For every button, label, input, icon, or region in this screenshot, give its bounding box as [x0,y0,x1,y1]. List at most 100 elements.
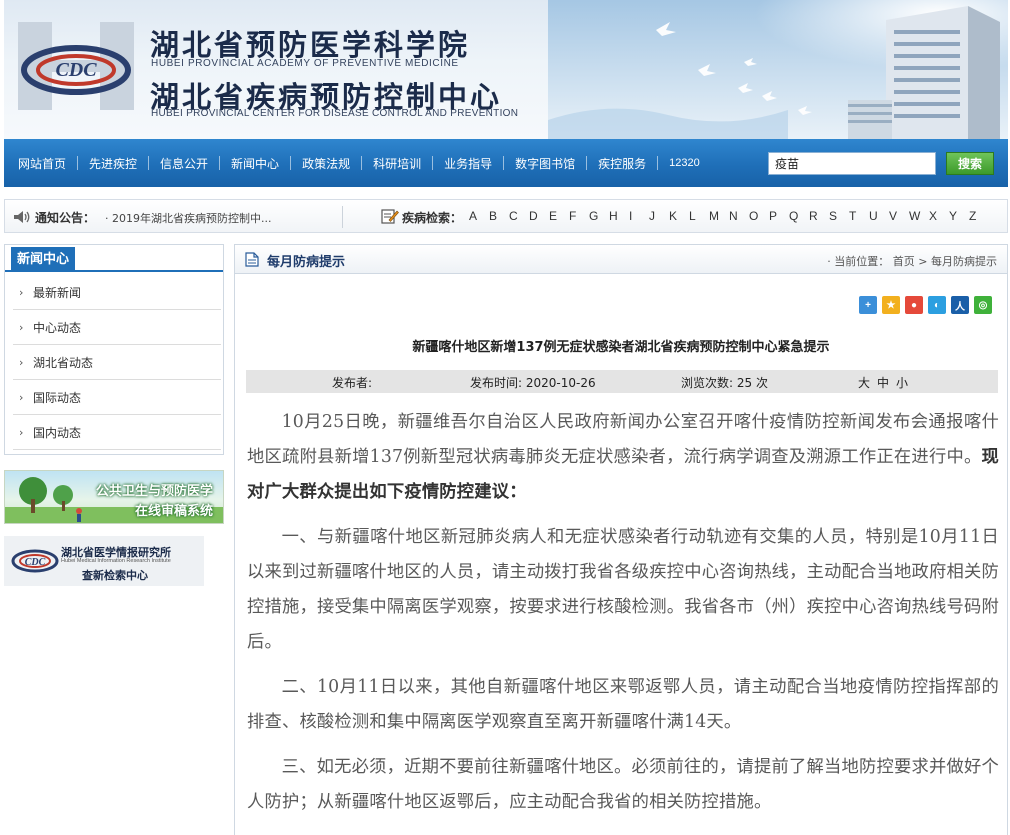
article-panel: 每月防病提示 · 当前位置： 首页 > 每月防病提示 + ★ ● ◐ 人 ◎ 新… [234,244,1008,835]
publish-date: 发布时间: 2020-10-26 [470,376,596,390]
letter-link[interactable]: S [829,209,849,223]
letter-link[interactable]: X [929,209,949,223]
chevron-right-icon: › [19,390,24,404]
font-size-medium-button[interactable]: 中 [877,374,889,391]
article-paragraph: 一、与新疆喀什地区新冠肺炎病人和无症状感染者行动轨迹有交集的人员，特别是10月1… [247,527,999,652]
letter-link[interactable]: J [649,209,669,223]
panel-header: 每月防病提示 · 当前位置： 首页 > 每月防病提示 [235,245,1007,274]
font-size-small-button[interactable]: 小 [896,374,908,391]
sidebar-item-center-news[interactable]: › 中心动态 [13,310,221,345]
letter-link[interactable]: E [549,209,569,223]
nav-guidance[interactable]: 业务指导 [444,155,492,172]
letter-link[interactable]: I [629,209,649,223]
chevron-right-icon: › [19,285,24,299]
share-toolbar: + ★ ● ◐ 人 ◎ [859,296,992,314]
institute-name-en: Hubei Medical Information Research Insti… [61,558,171,564]
article-meta: 发布者: 发布时间: 2020-10-26 浏览次数: 25 次 大 中 小 [246,370,998,393]
sidebar-item-label: 湖北省动态 [33,355,94,370]
sidebar-item-domestic-news[interactable]: › 国内动态 [13,415,221,450]
sidebar-header: 新闻中心 [5,245,223,272]
sidebar-news-center: 新闻中心 › 最新新闻 › 中心动态 › 湖北省动态 › 国际动态 › 国内动态 [4,244,224,455]
sidebar-item-latest-news[interactable]: › 最新新闻 [13,275,221,310]
search-button[interactable]: 搜索 [946,152,994,175]
nav-digital-library[interactable]: 数字图书馆 [515,155,575,172]
letter-link[interactable]: Z [969,209,989,223]
letter-link[interactable]: U [869,209,889,223]
chevron-right-icon: › [19,425,24,439]
weibo-icon[interactable]: ● [905,296,923,314]
letter-link[interactable]: Y [949,209,969,223]
nav-divider [657,156,659,170]
letter-link[interactable]: Q [789,209,809,223]
letter-link[interactable]: A [469,209,489,223]
renren-icon[interactable]: 人 [951,296,969,314]
sidebar-item-label: 国际动态 [33,390,82,405]
qzone-icon[interactable]: ★ [882,296,900,314]
publisher-label: 发布者: [332,376,373,390]
speaker-icon [13,209,31,228]
institute-name-en: HUBEI PROVINCIAL ACADEMY OF PREVENTIVE M… [151,58,459,69]
document-icon [245,252,259,271]
breadcrumb-current-link[interactable]: 每月防病提示 [931,255,997,268]
qq-icon[interactable]: ◐ [928,296,946,314]
sidebar-item-international-news[interactable]: › 国际动态 [13,380,221,415]
nav-divider [361,156,363,170]
share-more-icon[interactable]: + [859,296,877,314]
letter-link[interactable]: G [589,209,609,223]
banner-decoration [548,0,1008,140]
nav-divider [219,156,221,170]
nav-policies[interactable]: 政策法规 [302,155,350,172]
paragraph-text: 10月25日晚，新疆维吾尔自治区人民政府新闻办公室召开喀什疫情防控新闻发布会通报… [247,412,999,467]
letter-link[interactable]: V [889,209,909,223]
nav-news-center[interactable]: 新闻中心 [231,155,279,172]
letter-link[interactable]: B [489,209,509,223]
sidebar-item-hubei-news[interactable]: › 湖北省动态 [13,345,221,380]
nav-divider [148,156,150,170]
nav-home[interactable]: 网站首页 [18,155,66,172]
wechat-icon[interactable]: ◎ [974,296,992,314]
article-title: 新疆喀什地区新增137例无症状感染者湖北省疾病预防控制中心紧急提示 [412,340,830,355]
notice-link[interactable]: · 2019年湖北省疾病预防控制中... [105,210,271,226]
letter-link[interactable]: N [729,209,749,223]
institute-logo-icon: CDC [11,549,59,573]
article-paragraph: 10月25日晚，新疆维吾尔自治区人民政府新闻办公室召开喀什疫情防控新闻发布会通报… [247,405,999,510]
nav-hotline-12320[interactable]: 12320 [669,157,700,169]
breadcrumb-home-link[interactable]: 首页 [893,255,915,268]
letter-link[interactable]: O [749,209,769,223]
letter-link[interactable]: L [689,209,709,223]
edit-icon [381,208,399,228]
notice-divider [342,206,343,228]
disease-letter-index: A B C D E F G H I J K L M N O P Q R S T … [469,209,989,223]
chevron-right-icon: › [19,320,24,334]
letter-link[interactable]: K [669,209,689,223]
online-review-system-banner[interactable]: 公共卫生与预防医学 在线审稿系统 [4,470,224,524]
font-size-large-button[interactable]: 大 [858,374,870,391]
letter-link[interactable]: M [709,209,729,223]
letter-link[interactable]: R [809,209,829,223]
promo-title-line1: 公共卫生与预防医学 [95,484,213,499]
search-input[interactable] [768,152,936,175]
letter-link[interactable]: C [509,209,529,223]
nav-cdc-services[interactable]: 疾控服务 [598,155,646,172]
nav-divider [290,156,292,170]
breadcrumb-prefix: · 当前位置： [827,255,890,268]
letter-link[interactable]: P [769,209,789,223]
center-name-en: HUBEI PROVINCIAL CENTER FOR DISEASE CONT… [151,108,519,119]
article-paragraph: 二、10月11日以来，其他自新疆喀什地区来鄂返鄂人员，请主动配合当地疫情防控指挥… [247,677,999,732]
breadcrumb-separator: > [918,255,928,268]
sidebar-item-label: 中心动态 [33,320,82,335]
notice-bar: 通知公告： · 2019年湖北省疾病预防控制中... 疾病检索： A B C D… [4,199,1008,233]
medical-info-institute-banner[interactable]: CDC 湖北省医学情报研究所 Hubei Medical Information… [4,536,204,586]
nav-info-disclosure[interactable]: 信息公开 [160,155,208,172]
main-nav: 网站首页 先进疾控 信息公开 新闻中心 政策法规 科研培训 业务指导 数字图书馆… [4,139,1008,187]
nav-advanced-cdc[interactable]: 先进疾控 [89,155,137,172]
letter-link[interactable]: W [909,209,929,223]
letter-link[interactable]: H [609,209,629,223]
letter-link[interactable]: D [529,209,549,223]
letter-link[interactable]: T [849,209,869,223]
page-title: 每月防病提示 [267,255,346,270]
letter-link[interactable]: F [569,209,589,223]
nav-research[interactable]: 科研培训 [373,155,421,172]
nav-divider [503,156,505,170]
svg-text:CDC: CDC [55,59,97,81]
